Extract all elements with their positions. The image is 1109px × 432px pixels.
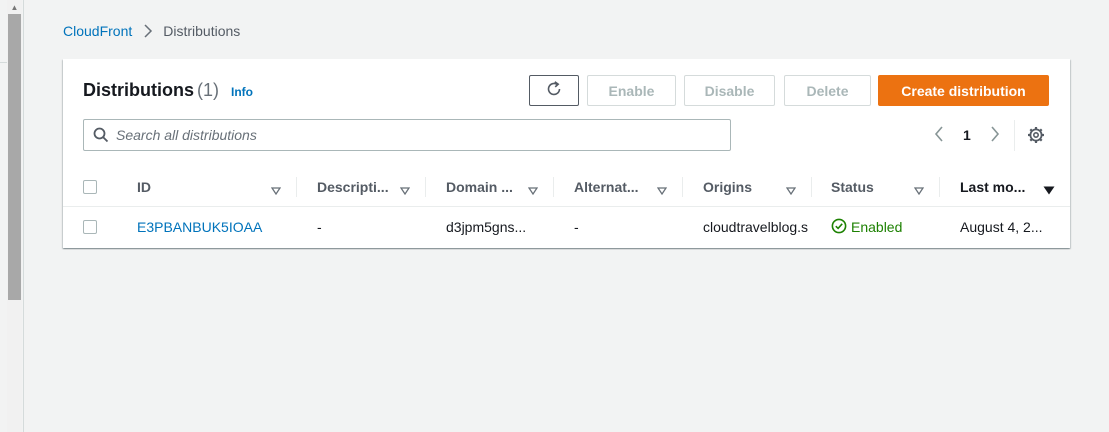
- column-label: Alternat...: [574, 178, 639, 195]
- sort-caret-icon[interactable]: [399, 182, 411, 200]
- left-rail: ▲: [0, 0, 24, 432]
- column-header-id[interactable]: ID: [137, 167, 151, 206]
- refresh-button[interactable]: [529, 75, 579, 106]
- column-header-alternate-domain[interactable]: Alternat...: [574, 167, 639, 206]
- sort-caret-icon[interactable]: [270, 182, 282, 200]
- table-header: ID Descripti... Domain ... Alternat... O…: [63, 167, 1070, 207]
- chevron-right-icon[interactable]: [989, 125, 1001, 148]
- column-label: ID: [137, 178, 151, 195]
- select-all-checkbox[interactable]: [83, 180, 97, 194]
- column-divider[interactable]: [811, 177, 812, 197]
- cell-last-modified: August 4, 2...: [960, 219, 1043, 235]
- panel-title: Distributions: [83, 80, 194, 100]
- column-header-domain[interactable]: Domain ...: [446, 167, 513, 206]
- breadcrumb: CloudFront Distributions: [63, 23, 240, 39]
- enable-button[interactable]: Enable: [587, 75, 676, 106]
- column-label: Last mo...: [960, 178, 1026, 195]
- search-box[interactable]: [83, 119, 731, 151]
- breadcrumb-cloudfront-link[interactable]: CloudFront: [63, 23, 132, 39]
- delete-button[interactable]: Delete: [784, 75, 871, 106]
- check-circle-icon: [831, 218, 851, 237]
- column-divider[interactable]: [296, 177, 297, 197]
- column-header-description[interactable]: Descripti...: [317, 167, 389, 206]
- cell-origins: cloudtravelblog.s: [703, 219, 809, 235]
- column-label: Status: [831, 178, 874, 195]
- refresh-icon: [545, 80, 563, 101]
- column-divider[interactable]: [425, 177, 426, 197]
- chevron-right-icon: [143, 24, 153, 38]
- column-header-origins[interactable]: Origins: [703, 167, 752, 206]
- search-icon: [93, 127, 109, 148]
- status-badge: Enabled: [831, 218, 902, 237]
- current-page-number[interactable]: 1: [963, 127, 971, 143]
- cell-alternate-domain: -: [574, 219, 579, 235]
- create-distribution-button[interactable]: Create distribution: [878, 75, 1049, 106]
- chevron-left-icon[interactable]: [933, 125, 945, 148]
- gear-icon[interactable]: [1027, 126, 1045, 149]
- disable-button[interactable]: Disable: [684, 75, 775, 106]
- breadcrumb-current: Distributions: [163, 23, 241, 39]
- column-divider[interactable]: [939, 177, 940, 197]
- rail-divider: [0, 62, 7, 63]
- pager-divider: [1014, 120, 1015, 151]
- search-input[interactable]: [116, 121, 716, 149]
- cell-description: -: [317, 219, 322, 235]
- column-label: Domain ...: [446, 178, 513, 195]
- table-row[interactable]: E3PBANBUK5IOAA - d3jpm5gns... - cloudtra…: [63, 207, 1070, 247]
- scroll-up-arrow-icon[interactable]: ▲: [7, 2, 22, 14]
- column-label: Descripti...: [317, 178, 389, 195]
- info-link[interactable]: Info: [231, 85, 253, 99]
- scrollbar-thumb[interactable]: [8, 14, 21, 300]
- sort-caret-icon[interactable]: [785, 182, 797, 200]
- column-label: Origins: [703, 178, 753, 195]
- sort-caret-icon[interactable]: [656, 182, 668, 200]
- cell-domain: d3jpm5gns...: [446, 219, 527, 235]
- distribution-id-link[interactable]: E3PBANBUK5IOAA: [137, 207, 262, 247]
- column-header-status[interactable]: Status: [831, 167, 874, 206]
- row-checkbox[interactable]: [83, 220, 97, 234]
- distribution-count: (1): [197, 80, 219, 100]
- status-text: Enabled: [851, 219, 903, 235]
- column-divider[interactable]: [682, 177, 683, 197]
- cell-status: Enabled: [831, 207, 902, 247]
- vertical-scrollbar[interactable]: ▲: [7, 0, 22, 432]
- column-divider[interactable]: [553, 177, 554, 197]
- sort-caret-icon[interactable]: [527, 182, 539, 200]
- sort-caret-icon[interactable]: [913, 182, 925, 200]
- sort-desc-icon[interactable]: [1043, 182, 1055, 200]
- column-header-last-modified[interactable]: Last mo...: [960, 167, 1025, 206]
- distributions-panel: Distributions (1) Info Enable Disable De…: [63, 59, 1070, 248]
